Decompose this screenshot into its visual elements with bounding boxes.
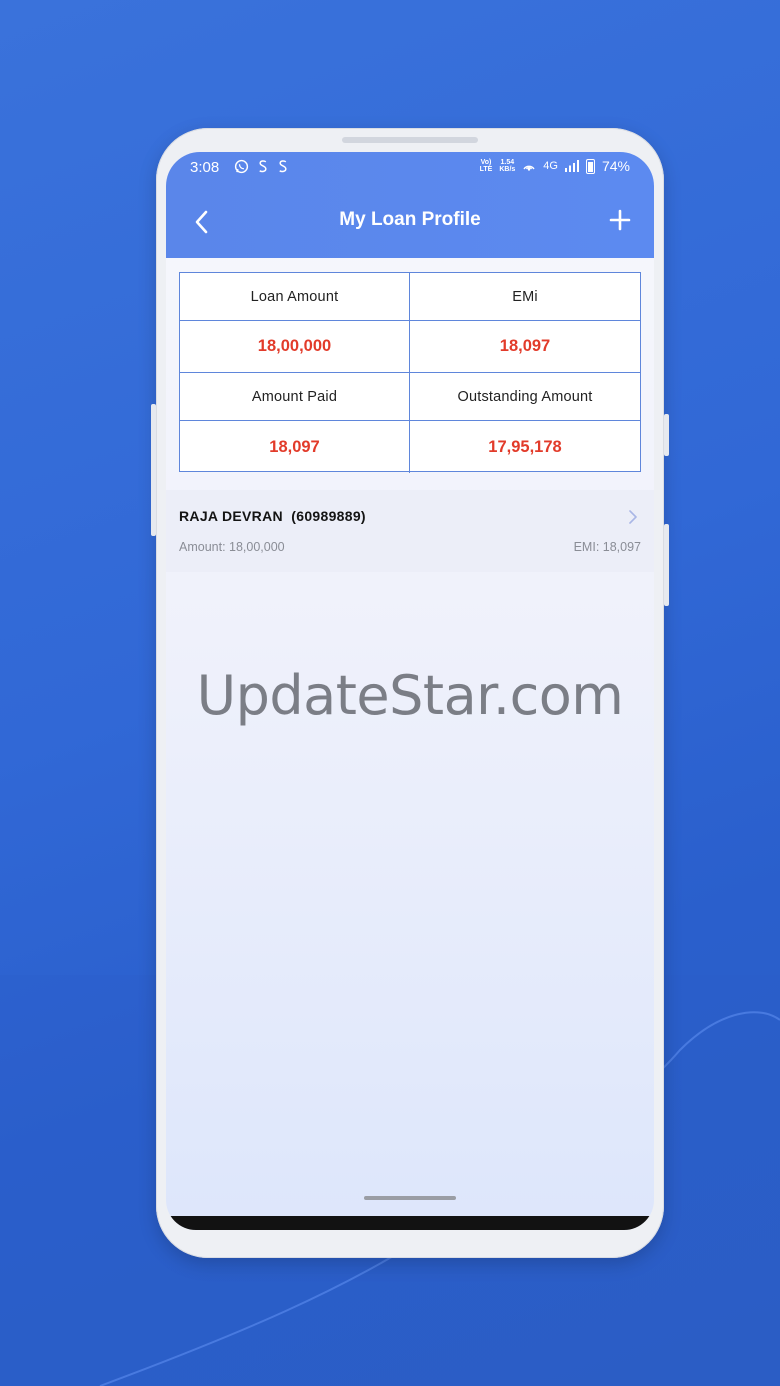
outstanding-label-cell: Outstanding Amount <box>410 373 640 421</box>
volte-top-text: Vo) <box>480 159 492 166</box>
battery-percent: 74% <box>601 158 630 174</box>
loan-amount-label: Loan Amount <box>250 288 339 305</box>
status-right-icons: Vo) LTE 1.54 KB/s 4G 74% <box>480 158 630 174</box>
loan-holder-name: RAJA DEVRAN (60989889) <box>179 508 366 524</box>
navigation-bar <box>166 1216 654 1230</box>
speed-unit: KB/s <box>499 166 516 173</box>
network-speed: 1.54 KB/s <box>499 159 515 173</box>
outstanding-value-cell: 17,95,178 <box>410 421 640 473</box>
outstanding-amount-value: 17,95,178 <box>488 437 562 456</box>
loan-emi-text: EMI: 18,097 <box>573 540 641 554</box>
amount-paid-label: Amount Paid <box>251 388 338 405</box>
loan-amount-value-cell: 18,00,000 <box>180 321 410 373</box>
phone-volume-button <box>664 524 669 606</box>
home-indicator[interactable] <box>364 1196 456 1200</box>
toolbar: My Loan Profile <box>166 192 654 252</box>
phone-side-button <box>151 404 156 536</box>
battery-icon <box>585 158 595 174</box>
add-loan-button[interactable] <box>602 202 638 238</box>
watermark-text: UpdateStar.com <box>196 664 624 727</box>
amount-paid-label-cell: Amount Paid <box>180 373 410 421</box>
speed-value: 1.54 <box>500 159 515 166</box>
app-s-icon-2 <box>279 160 287 173</box>
app-screen: 3:08 Vo) LTE 1.54 KB/s 4G 74% My Loan Pr… <box>166 152 654 1230</box>
volte-bottom-text: LTE <box>479 166 493 173</box>
emi-value: 18,097 <box>499 337 551 355</box>
amount-paid-value: 18,097 <box>269 437 320 456</box>
loan-amount-value: 18,00,000 <box>257 337 332 355</box>
chevron-right-icon <box>629 510 637 524</box>
amount-paid-value-cell: 18,097 <box>180 421 410 473</box>
hotspot-icon <box>523 165 535 171</box>
loan-summary-table: Loan Amount EMi 18,00,000 18,097 Amount … <box>179 272 641 473</box>
loan-amount-label-cell: Loan Amount <box>180 273 410 321</box>
whatsapp-icon <box>234 159 249 174</box>
status-bar: 3:08 Vo) LTE 1.54 KB/s 4G 74% <box>166 152 654 188</box>
notification-icons <box>234 159 289 174</box>
loan-amount-text: Amount: 18,00,000 <box>179 540 285 554</box>
emi-value-cell: 18,097 <box>410 321 640 373</box>
app-s-icon <box>259 160 267 173</box>
page-title: My Loan Profile <box>339 209 481 230</box>
list-item[interactable]: RAJA DEVRAN (60989889) Amount: 18,00,000… <box>166 490 654 572</box>
network-type: 4G <box>543 160 558 172</box>
app-header: 3:08 Vo) LTE 1.54 KB/s 4G 74% My Loan Pr… <box>166 152 654 258</box>
phone-speaker <box>342 137 478 143</box>
volte-indicator: Vo) LTE <box>480 159 493 173</box>
status-time: 3:08 <box>190 159 220 176</box>
emi-label-cell: EMi <box>410 273 640 321</box>
emi-label: EMi <box>512 288 538 305</box>
signal-icon <box>564 160 579 172</box>
phone-power-button <box>664 414 669 456</box>
plus-icon <box>609 209 631 231</box>
phone-frame: 3:08 Vo) LTE 1.54 KB/s 4G 74% My Loan Pr… <box>151 128 669 1258</box>
outstanding-amount-label: Outstanding Amount <box>457 388 593 405</box>
